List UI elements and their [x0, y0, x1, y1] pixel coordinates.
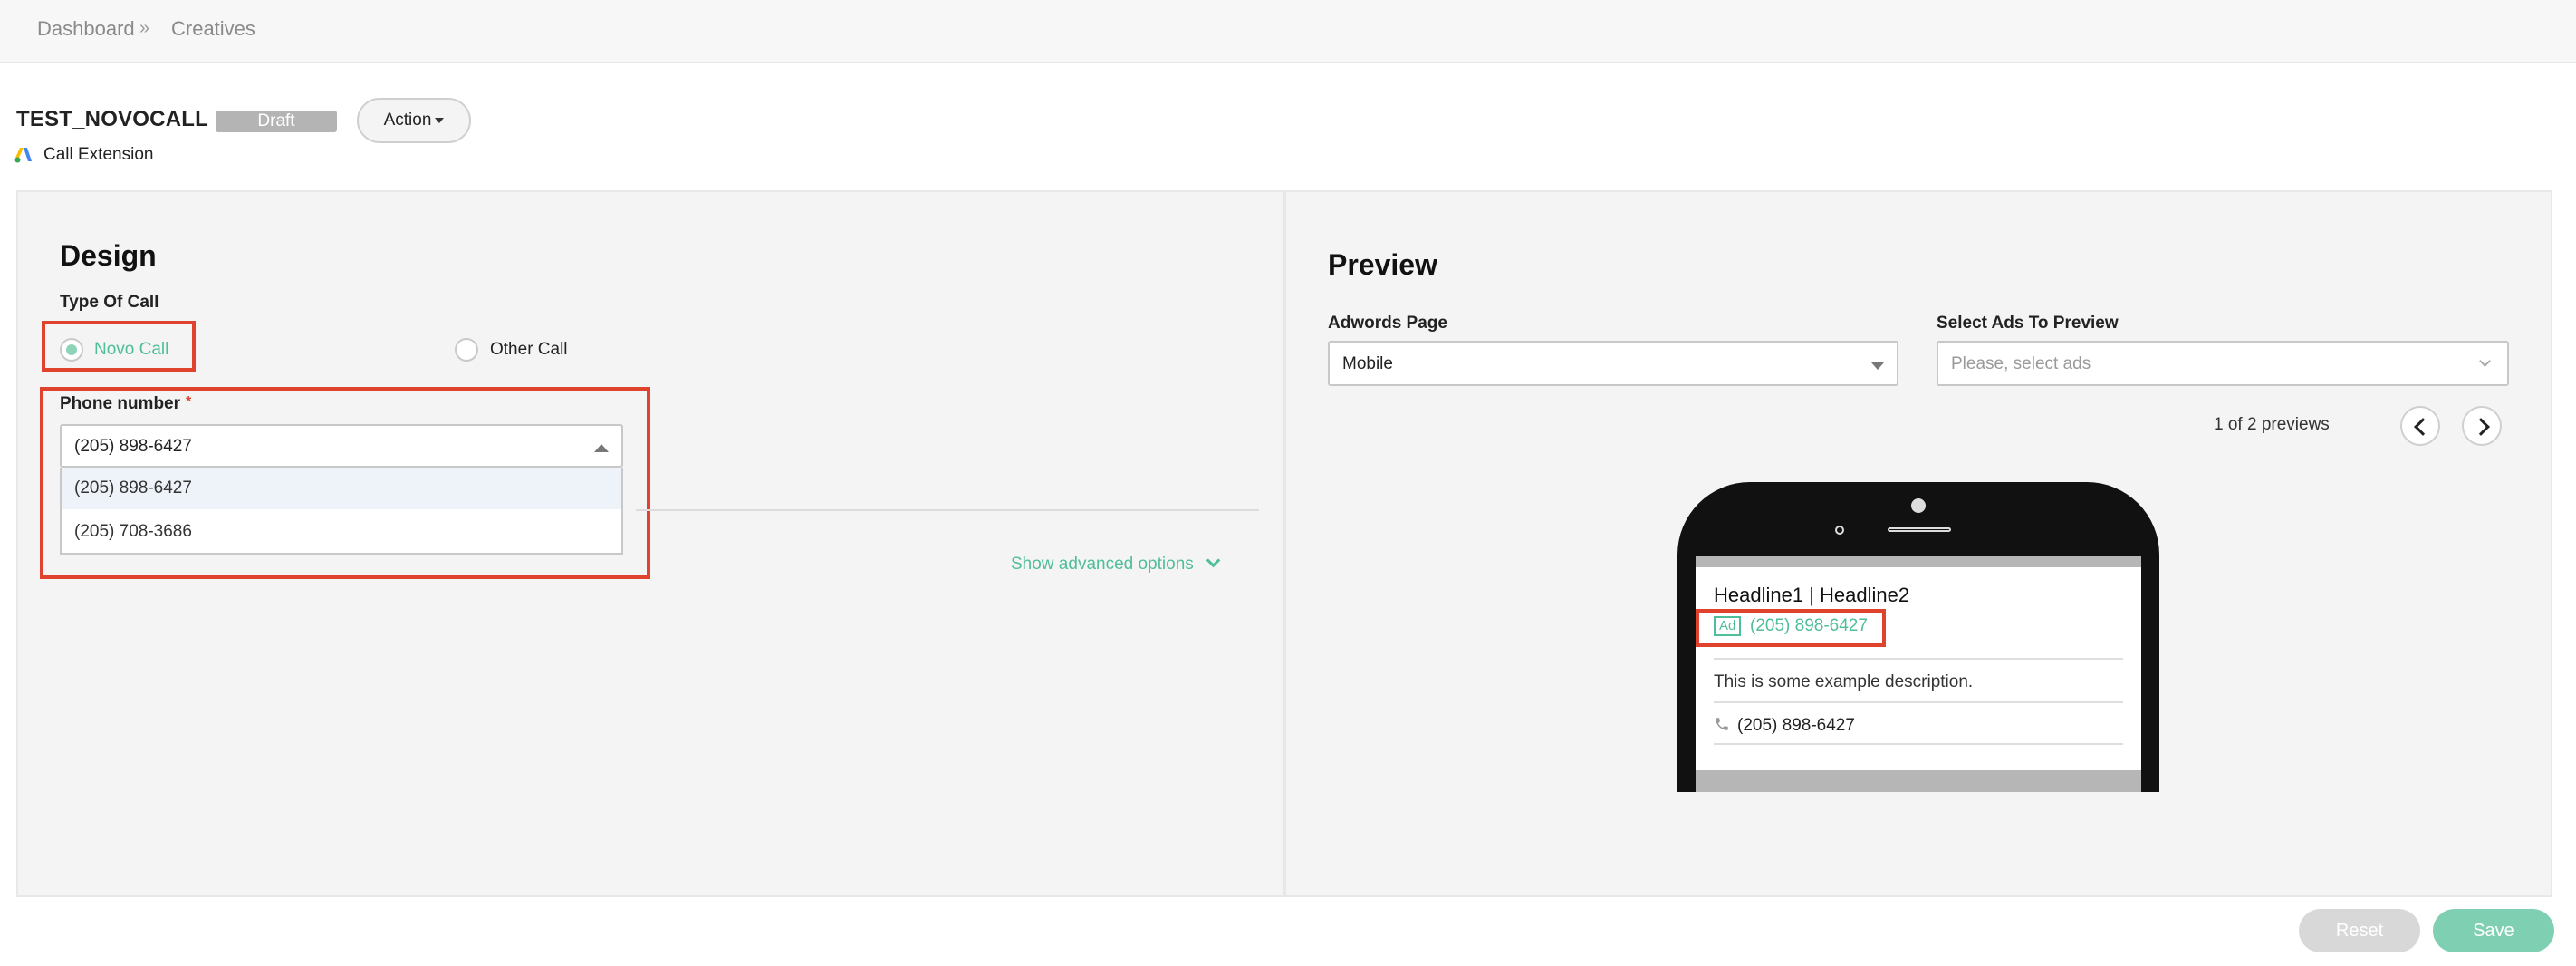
phone-sensor [1835, 526, 1844, 535]
adwords-page-value: Mobile [1342, 354, 1393, 373]
phone-icon [1716, 718, 1728, 730]
select-ads-label: Select Ads To Preview [1937, 314, 2119, 333]
phone-screen-bottom-bar [1696, 770, 2141, 792]
preview-counter: 1 of 2 previews [2214, 415, 2330, 434]
ad-divider [1714, 701, 2123, 703]
adwords-page-label: Adwords Page [1328, 314, 1447, 333]
ad-divider [1714, 658, 2123, 660]
caret-down-icon [435, 117, 445, 123]
chevron-down-icon [1206, 553, 1221, 568]
select-ads-placeholder: Please, select ads [1951, 354, 2091, 373]
ad-headline: Headline1 | Headline2 [1714, 584, 1910, 606]
phone-speaker [1888, 527, 1951, 532]
radio-other-call-label[interactable]: Other Call [490, 340, 568, 360]
phone-camera [1911, 498, 1926, 513]
ad-divider [1714, 743, 2123, 745]
highlight-box-call-type [42, 321, 196, 372]
breadcrumb-separator: » [139, 18, 150, 38]
radio-other-call[interactable] [455, 338, 478, 362]
creative-type: Call Extension [43, 145, 154, 164]
breadcrumb-creatives[interactable]: Creatives [171, 17, 255, 41]
action-button-label: Action [383, 111, 432, 130]
show-advanced-options-label: Show advanced options [1011, 555, 1194, 574]
caret-down-icon [1871, 362, 1884, 370]
select-ads-select[interactable]: Please, select ads [1937, 341, 2509, 386]
previous-preview-button[interactable] [2400, 406, 2440, 446]
phone-mockup: Headline1 | Headline2 Ad (205) 898-6427 … [1677, 482, 2159, 792]
reset-button[interactable]: Reset [2299, 909, 2420, 952]
design-heading: Design [60, 239, 157, 272]
adwords-page-select[interactable]: Mobile [1328, 341, 1898, 386]
preview-heading: Preview [1328, 248, 1437, 281]
show-advanced-options-link[interactable]: Show advanced options [1011, 553, 1221, 575]
section-divider [636, 509, 1259, 511]
breadcrumb-bar: Dashboard » Creatives [0, 0, 2576, 63]
highlight-box-ad-phone [1696, 609, 1886, 647]
save-button[interactable]: Save [2433, 909, 2554, 952]
creative-title: TEST_NOVOCALL [16, 107, 208, 131]
next-preview-button[interactable] [2462, 406, 2502, 446]
status-badge: Draft [216, 111, 337, 132]
breadcrumb-dashboard[interactable]: Dashboard [37, 17, 135, 41]
chevron-down-icon [2479, 355, 2491, 367]
action-button[interactable]: Action [357, 98, 471, 143]
phone-screen: Headline1 | Headline2 Ad (205) 898-6427 … [1696, 556, 2141, 792]
google-ads-logo-icon [14, 148, 32, 163]
ad-description: This is some example description. [1714, 672, 1974, 691]
ad-call-phone-number: (205) 898-6427 [1737, 716, 1855, 735]
type-of-call-label: Type Of Call [60, 293, 159, 312]
highlight-box-phone-number [40, 387, 650, 579]
